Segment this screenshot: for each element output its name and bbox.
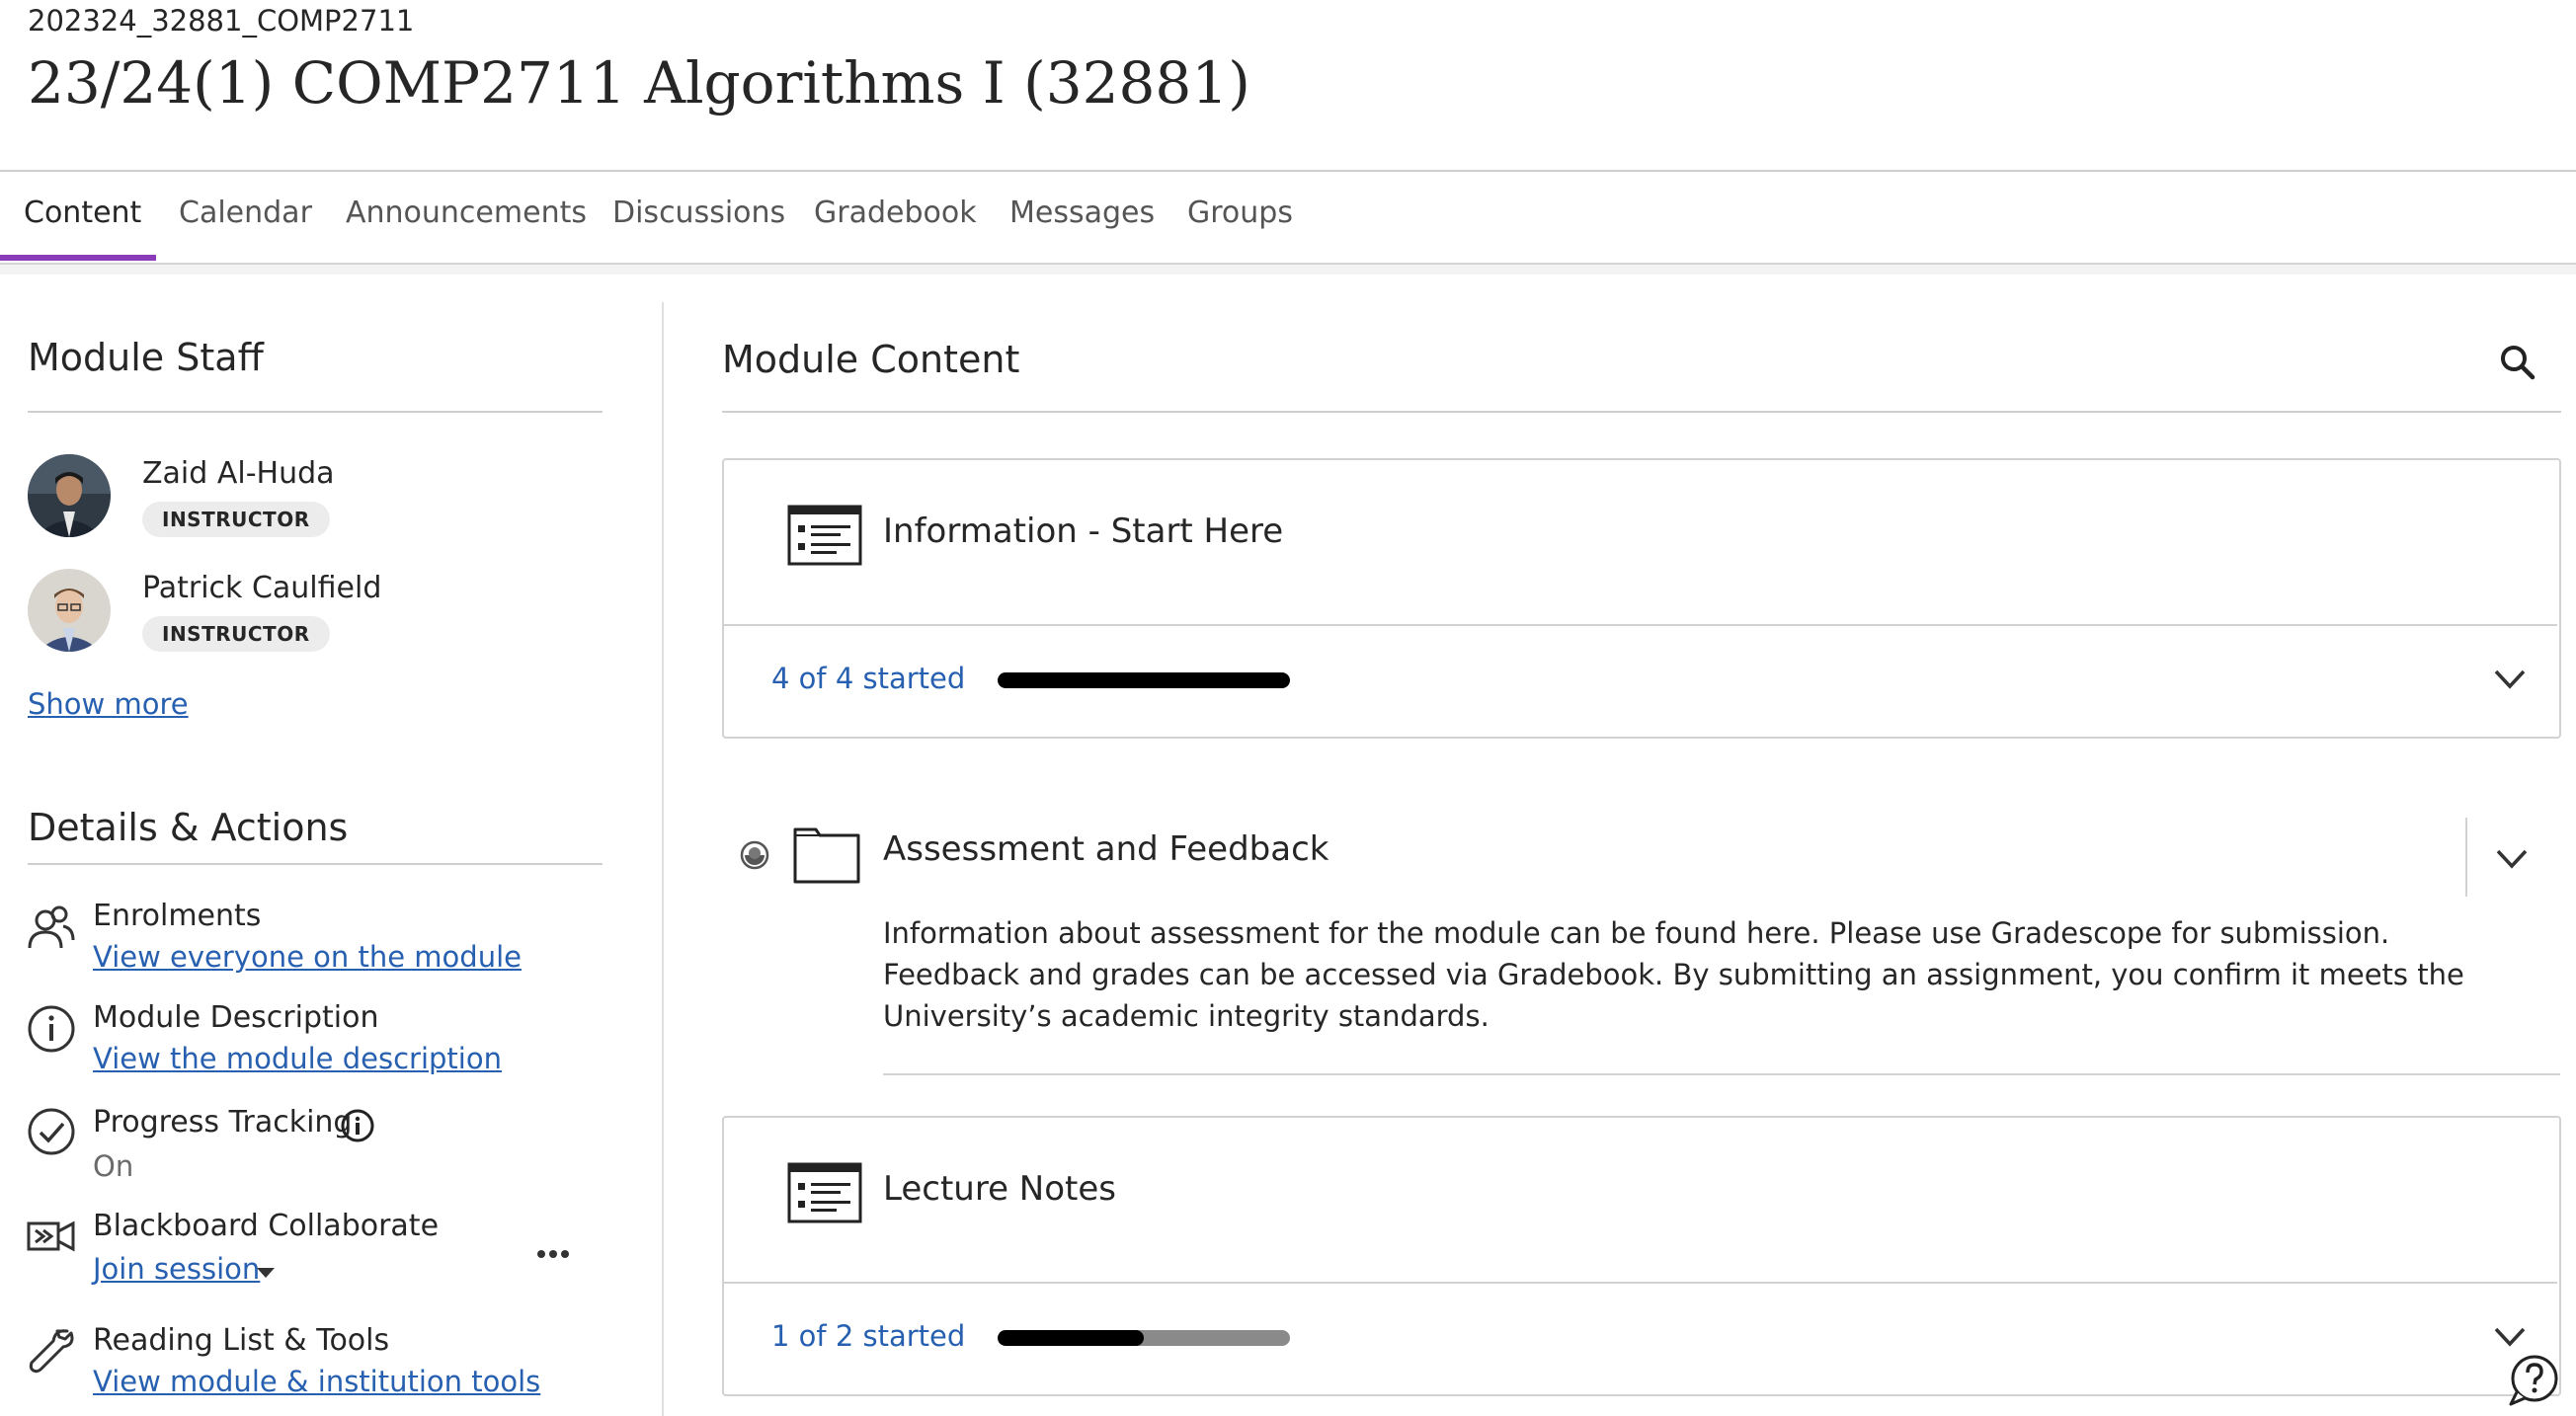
show-more-link[interactable]: Show more [28,687,189,721]
active-tab-indicator [0,255,156,261]
progress-tracking-label: Progress Tracking [93,1105,353,1140]
course-header: 202324_32881_COMP2711 23/24(1) COMP2711 … [0,0,2576,171]
document-icon [787,505,862,566]
item-divider [883,1073,2560,1075]
reading-list-label: Reading List & Tools [93,1323,390,1358]
tab-discussions[interactable]: Discussions [589,174,809,257]
staff-heading-rule [28,411,603,413]
avatar[interactable] [28,569,111,652]
content-item-title[interactable]: Information - Start Here [883,511,1283,551]
tab-calendar[interactable]: Calendar [155,174,336,257]
module-staff-heading: Module Staff [28,336,264,379]
chevron-down-icon[interactable] [2493,668,2527,691]
tab-groups[interactable]: Groups [1164,174,1317,257]
folder-toggle-divider [2465,818,2467,897]
folder-icon [793,827,860,884]
chevron-down-icon[interactable] [2495,847,2529,871]
card-divider [724,1282,2557,1284]
caret-down-icon[interactable] [255,1266,277,1280]
course-id: 202324_32881_COMP2711 [28,4,415,38]
content-item-description: Information about assessment for the mod… [883,916,2464,1033]
avatar-photo-icon [28,569,111,652]
view-tools-link[interactable]: View module & institution tools [93,1365,540,1398]
document-icon [787,1162,862,1223]
tab-gradebook[interactable]: Gradebook [790,174,1001,257]
blackboard-collaborate-label: Blackboard Collaborate [93,1209,440,1243]
staff-name[interactable]: Patrick Caulfield [142,571,381,605]
content-top-band [0,265,2576,275]
details-actions-heading: Details & Actions [28,806,349,849]
tab-announcements[interactable]: Announcements [322,174,610,257]
content-heading-rule [722,411,2561,413]
role-badge: INSTRUCTOR [142,616,330,652]
column-divider [662,302,664,1416]
wrench-icon [29,1329,74,1374]
progress-bar-fill [998,672,1290,688]
view-module-description-link[interactable]: View the module description [93,1042,502,1075]
content-item-title[interactable]: Assessment and Feedback [883,829,1328,869]
progress-bar [998,1330,1290,1346]
check-circle-icon [28,1108,75,1155]
header-divider [0,170,2576,172]
progress-status-text: 4 of 4 started [771,662,966,695]
progress-bar [998,672,1290,688]
tab-content[interactable]: Content [0,174,165,257]
course-title: 23/24(1) COMP2711 Algorithms I (32881) [28,49,1250,117]
progress-bar-fill [998,1330,1144,1346]
course-tabs: Content Calendar Announcements Discussio… [0,174,2576,263]
avatar-photo-icon [28,454,111,537]
role-badge: INSTRUCTOR [142,502,330,537]
card-divider [724,624,2557,626]
content-item-card[interactable] [722,458,2561,739]
details-heading-rule [28,863,603,865]
info-icon[interactable] [340,1108,375,1143]
more-options-icon[interactable] [535,1244,571,1264]
module-content-heading: Module Content [722,338,1020,381]
progress-status-text: 1 of 2 started [771,1319,966,1353]
content-item-card[interactable] [722,1116,2561,1396]
avatar[interactable] [28,454,111,537]
content-item-title[interactable]: Lecture Notes [883,1169,1116,1209]
info-icon [28,1005,75,1053]
search-icon[interactable] [2499,344,2536,381]
join-session-link[interactable]: Join session [93,1252,260,1286]
help-icon[interactable] [2505,1353,2560,1408]
users-icon [28,905,75,949]
chevron-down-icon[interactable] [2493,1325,2527,1349]
module-description-label: Module Description [93,1000,379,1035]
view-everyone-link[interactable]: View everyone on the module [93,940,522,974]
tab-messages[interactable]: Messages [986,174,1178,257]
visibility-status-icon[interactable] [739,839,770,871]
video-camera-icon [27,1220,75,1252]
staff-name[interactable]: Zaid Al-Huda [142,456,335,491]
progress-tracking-value: On [93,1149,134,1183]
enrolments-label: Enrolments [93,899,262,933]
